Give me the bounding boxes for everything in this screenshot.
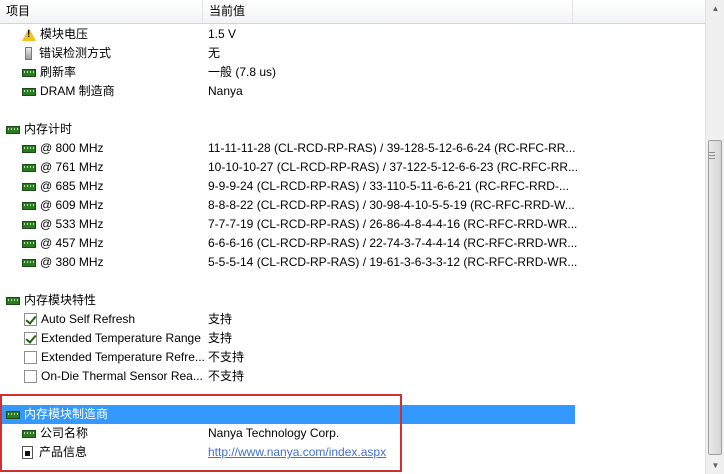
- item-label: @ 761 MHz: [40, 160, 104, 174]
- link-icon: [22, 446, 33, 459]
- item-label: 模块电压: [40, 27, 89, 41]
- section-memory-timings[interactable]: 内存计时: [0, 120, 575, 139]
- detection-icon: [25, 47, 32, 60]
- item-label: DRAM 制造商: [40, 84, 115, 98]
- memory-icon: [22, 220, 36, 229]
- item-label: Extended Temperature Refre...: [41, 350, 205, 364]
- memory-icon: [22, 182, 36, 191]
- item-label: @ 609 MHz: [40, 198, 104, 212]
- list-item-timing-457[interactable]: @ 457 MHz 6-6-6-16 (CL-RCD-RP-RAS) / 22-…: [0, 234, 578, 253]
- item-label: @ 800 MHz: [40, 141, 104, 155]
- item-value: 7-7-7-19 (CL-RCD-RP-RAS) / 26-86-4-8-4-4…: [208, 217, 578, 231]
- memory-icon: [22, 201, 36, 210]
- item-value: 支持: [208, 331, 233, 345]
- item-value: 不支持: [208, 369, 245, 383]
- item-value: 无: [208, 46, 221, 60]
- column-header-item[interactable]: 项目: [0, 0, 203, 23]
- memory-icon: [22, 144, 36, 153]
- item-value: 1.5 V: [208, 27, 237, 41]
- item-value: 不支持: [208, 350, 245, 364]
- item-label: Auto Self Refresh: [41, 312, 136, 326]
- memory-icon: [6, 296, 20, 305]
- item-value: Nanya Technology Corp.: [208, 426, 340, 440]
- product-info-link[interactable]: http://www.nanya.com/index.aspx: [208, 443, 386, 462]
- section-module-features[interactable]: 内存模块特性: [0, 291, 575, 310]
- section-label: 内存计时: [24, 122, 73, 136]
- item-label: On-Die Thermal Sensor Rea...: [41, 369, 203, 383]
- scrollbar-thumb[interactable]: [708, 140, 722, 455]
- memory-icon: [6, 125, 20, 134]
- memory-icon: [22, 163, 36, 172]
- section-label: 内存模块制造商: [24, 407, 109, 421]
- item-value: 8-8-8-22 (CL-RCD-RP-RAS) / 30-98-4-10-5-…: [208, 198, 575, 212]
- item-value: 6-6-6-16 (CL-RCD-RP-RAS) / 22-74-3-7-4-4…: [208, 236, 578, 250]
- list-item-refresh-rate[interactable]: 刷新率 一般 (7.8 us): [0, 63, 575, 82]
- scroll-up-arrow-icon[interactable]: ▲: [707, 0, 724, 17]
- memory-icon: [22, 87, 36, 96]
- item-value: 一般 (7.8 us): [208, 65, 277, 79]
- memory-icon: [22, 258, 36, 267]
- list-item-timing-533[interactable]: @ 533 MHz 7-7-7-19 (CL-RCD-RP-RAS) / 26-…: [0, 215, 578, 234]
- list-item-module-voltage[interactable]: 模块电压 1.5 V: [0, 25, 575, 44]
- list-item-timing-380[interactable]: @ 380 MHz 5-5-5-14 (CL-RCD-RP-RAS) / 19-…: [0, 253, 578, 272]
- list-item-dram-manufacturer[interactable]: DRAM 制造商 Nanya: [0, 82, 575, 101]
- memory-icon: [22, 239, 36, 248]
- memory-icon: [6, 410, 20, 419]
- item-value: 支持: [208, 312, 233, 326]
- warning-icon: [22, 28, 36, 41]
- item-value: 11-11-11-28 (CL-RCD-RP-RAS) / 39-128-5-1…: [208, 141, 576, 155]
- vertical-scrollbar[interactable]: ▲ ▼: [705, 0, 724, 474]
- checkbox-unchecked-icon[interactable]: [24, 351, 37, 364]
- item-value: 9-9-9-24 (CL-RCD-RP-RAS) / 33-110-5-11-6…: [208, 179, 569, 193]
- list-item-auto-self-refresh[interactable]: Auto Self Refresh 支持: [0, 310, 575, 329]
- column-header-empty[interactable]: [573, 0, 705, 23]
- item-label: @ 380 MHz: [40, 255, 104, 269]
- item-label: 产品信息: [39, 445, 88, 459]
- list-item-extended-temp-range[interactable]: Extended Temperature Range 支持: [0, 329, 575, 348]
- item-label: Extended Temperature Range: [41, 331, 201, 345]
- item-label: 错误检测方式: [39, 46, 112, 60]
- column-header: 项目 当前值: [0, 0, 705, 24]
- checkbox-unchecked-icon[interactable]: [24, 370, 37, 383]
- item-label: @ 457 MHz: [40, 236, 104, 250]
- scrollbar-grip-icon: [709, 152, 715, 159]
- list-item-on-die-thermal-sensor[interactable]: On-Die Thermal Sensor Rea... 不支持: [0, 367, 575, 386]
- property-list: 模块电压 1.5 V 错误检测方式 无 刷新率 一般 (7.8 us) DRAM…: [0, 24, 705, 474]
- list-item-extended-temp-refresh[interactable]: Extended Temperature Refre... 不支持: [0, 348, 575, 367]
- list-item-timing-761[interactable]: @ 761 MHz 10-10-10-27 (CL-RCD-RP-RAS) / …: [0, 158, 579, 177]
- scroll-down-arrow-icon[interactable]: ▼: [707, 457, 724, 474]
- item-label: @ 685 MHz: [40, 179, 104, 193]
- memory-icon: [22, 429, 36, 438]
- list-item-timing-685[interactable]: @ 685 MHz 9-9-9-24 (CL-RCD-RP-RAS) / 33-…: [0, 177, 575, 196]
- list-item-error-detection[interactable]: 错误检测方式 无: [0, 44, 575, 63]
- item-value: 5-5-5-14 (CL-RCD-RP-RAS) / 19-61-3-6-3-3…: [208, 255, 578, 269]
- checkbox-checked-icon[interactable]: [24, 332, 37, 345]
- item-label: 公司名称: [40, 426, 89, 440]
- item-label: @ 533 MHz: [40, 217, 104, 231]
- item-value: Nanya: [208, 84, 243, 98]
- list-item-product-info[interactable]: 产品信息 http://www.nanya.com/index.aspx: [0, 443, 575, 462]
- memory-icon: [22, 68, 36, 77]
- list-item-company-name[interactable]: 公司名称 Nanya Technology Corp.: [0, 424, 575, 443]
- item-value: 10-10-10-27 (CL-RCD-RP-RAS) / 37-122-5-1…: [208, 160, 579, 174]
- item-label: 刷新率: [40, 65, 77, 79]
- list-item-timing-800[interactable]: @ 800 MHz 11-11-11-28 (CL-RCD-RP-RAS) / …: [0, 139, 575, 158]
- section-label: 内存模块特性: [24, 293, 97, 307]
- list-item-timing-609[interactable]: @ 609 MHz 8-8-8-22 (CL-RCD-RP-RAS) / 30-…: [0, 196, 575, 215]
- checkbox-checked-icon[interactable]: [24, 313, 37, 326]
- section-module-manufacturer[interactable]: 内存模块制造商: [0, 405, 575, 424]
- column-header-value[interactable]: 当前值: [203, 0, 573, 23]
